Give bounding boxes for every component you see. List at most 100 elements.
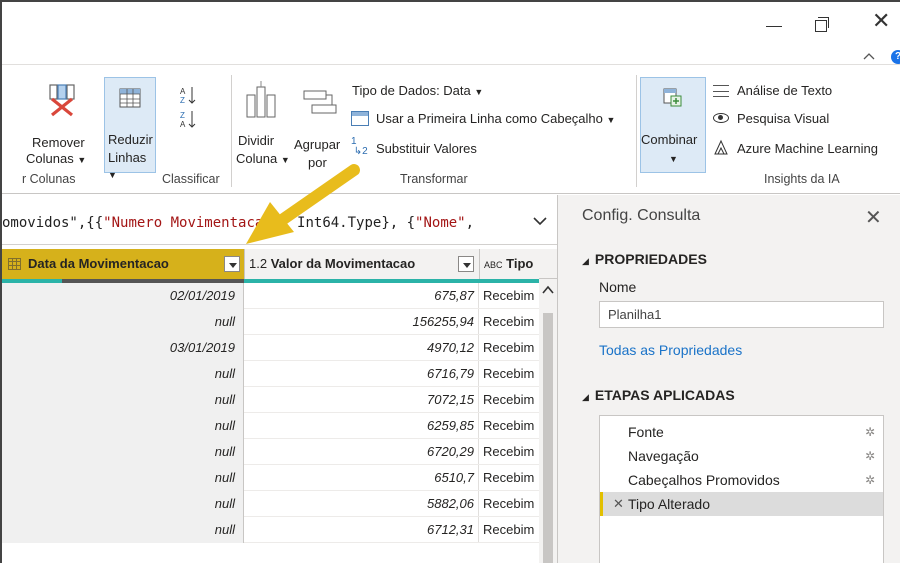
table-row[interactable]: null 5882,06 Recebim [2,491,557,517]
column-header-data-movimentacao[interactable]: Data da Movimentacao [2,249,244,279]
cell-data-movimentacao[interactable]: null [2,517,244,543]
table-row[interactable]: null 7072,15 Recebim [2,387,557,413]
sort-ascending-icon[interactable]: AZ [180,85,198,105]
cell-tipo[interactable]: Recebim [479,309,539,335]
gear-icon[interactable]: ✲ [865,444,875,468]
usar-primeira-linha-button[interactable]: Usar a Primeira Linha como Cabeçalho ▼ [376,111,615,128]
cell-data-movimentacao[interactable]: null [2,439,244,465]
cell-tipo[interactable]: Recebim [479,387,539,413]
remover-colunas-line2[interactable]: Colunas ▼ [26,151,86,168]
group-separator [231,75,232,187]
table-icon [8,258,21,270]
cell-tipo[interactable]: Recebim [479,361,539,387]
ribbon: Remover Colunas ▼ Reduzir Linhas ▼ AZ ZA [2,64,900,194]
decimal-type-icon[interactable]: 1.2 [249,256,267,271]
cell-valor-movimentacao[interactable]: 5882,06 [244,491,479,517]
scrollbar-thumb[interactable] [543,313,553,563]
expand-formula-chevron-icon[interactable] [532,215,548,227]
cell-data-movimentacao[interactable]: null [2,413,244,439]
table-row[interactable]: 03/01/2019 4970,12 Recebim [2,335,557,361]
table-row[interactable]: null 6259,85 Recebim [2,413,557,439]
cell-tipo[interactable]: Recebim [479,439,539,465]
applied-steps-header[interactable]: ◢ ETAPAS APLICADAS [582,387,735,403]
agrupar-por-button[interactable]: Agrupar por [294,75,350,171]
filter-dropdown-button[interactable] [224,256,240,272]
table-row[interactable]: null 156255,94 Recebim [2,309,557,335]
substituir-valores-button[interactable]: Substituir Valores [376,141,477,157]
reduzir-linhas-button[interactable]: Reduzir Linhas ▼ [104,77,156,180]
row-divider [244,542,539,543]
step-navegacao[interactable]: Navegação ✲ [600,444,883,468]
cell-tipo[interactable]: Recebim [479,283,539,309]
cell-valor-movimentacao[interactable]: 6720,29 [244,439,479,465]
cell-valor-movimentacao[interactable]: 6510,7 [244,465,479,491]
cell-valor-movimentacao[interactable]: 6259,85 [244,413,479,439]
combinar-button[interactable]: Combinar ▼ [640,77,706,173]
cell-data-movimentacao[interactable]: null [2,309,244,335]
replace-values-icon: 1 ↳2 [351,136,368,157]
remover-colunas-button[interactable]: Remover [22,71,100,163]
cell-valor-movimentacao[interactable]: 7072,15 [244,387,479,413]
table-row[interactable]: null 6716,79 Recebim [2,361,557,387]
dividir-coluna-button[interactable]: Dividir Coluna ▼ [234,75,292,171]
formula-text[interactable]: omovidos",{{"Numero Movimentacao", Int64… [2,215,474,231]
cell-tipo[interactable]: Recebim [479,413,539,439]
column-header-tipo[interactable]: ABC Tipo [479,249,539,279]
gear-icon[interactable]: ✲ [865,420,875,444]
text-type-icon[interactable]: ABC [484,260,503,270]
cell-tipo[interactable]: Recebim [479,491,539,517]
combinar-caret: ▼ [669,154,678,164]
collapse-ribbon-chevron-icon[interactable] [863,51,875,63]
cell-data-movimentacao[interactable]: 03/01/2019 [2,335,244,361]
cell-tipo[interactable]: Recebim [479,517,539,543]
cell-data-movimentacao[interactable]: null [2,361,244,387]
analise-texto-icon [713,85,729,97]
table-row[interactable]: null 6712,31 Recebim [2,517,557,543]
cell-valor-movimentacao[interactable]: 6716,79 [244,361,479,387]
all-properties-link[interactable]: Todas as Propriedades [599,342,742,358]
step-cabecalhos-promovidos[interactable]: Cabeçalhos Promovidos ✲ [600,468,883,492]
table-row[interactable]: 02/01/2019 675,87 Recebim [2,283,557,309]
sort-descending-icon[interactable]: ZA [180,109,198,129]
reduzir-linhas-line2: Linhas ▼ [108,150,147,180]
restore-button[interactable] [814,16,830,32]
filter-dropdown-button[interactable] [458,256,474,272]
cell-valor-movimentacao[interactable]: 4970,12 [244,335,479,361]
column-header-valor-movimentacao[interactable]: 1.2 Valor da Movimentacao [244,249,479,279]
analise-texto-button[interactable]: Análise de Texto [737,83,832,99]
table-row[interactable]: null 6720,29 Recebim [2,439,557,465]
vertical-scrollbar[interactable] [539,279,557,563]
reduzir-linhas-line1: Reduzir [108,132,153,147]
step-tipo-alterado[interactable]: ✕ Tipo Alterado [600,492,883,516]
help-icon[interactable]: ? [891,50,900,64]
cell-tipo[interactable]: Recebim [479,465,539,491]
svg-text:A: A [180,87,186,96]
step-fonte[interactable]: Fonte ✲ [600,420,883,444]
cell-valor-movimentacao[interactable]: 156255,94 [244,309,479,335]
cell-valor-movimentacao[interactable]: 6712,31 [244,517,479,543]
cell-tipo[interactable]: Recebim [479,335,539,361]
gear-icon[interactable]: ✲ [865,468,875,492]
formula-bar[interactable]: omovidos",{{"Numero Movimentacao", Int64… [2,195,557,245]
cell-data-movimentacao[interactable]: null [2,491,244,517]
delete-step-icon[interactable]: ✕ [613,492,624,516]
cell-valor-movimentacao[interactable]: 675,87 [244,283,479,309]
close-button[interactable]: ✕ [872,10,890,32]
tipo-dados-button[interactable]: Tipo de Dados: Data ▼ [352,83,483,100]
close-icon[interactable]: ✕ [865,205,882,230]
table-row[interactable]: null 6510,7 Recebim [2,465,557,491]
scroll-up-icon[interactable] [542,283,554,294]
minimize-button[interactable] [764,16,784,36]
agrupar-por-line2: por [308,155,327,170]
column-header-label: Data da Movimentacao [28,256,169,271]
cell-data-movimentacao[interactable]: 02/01/2019 [2,283,244,309]
azure-ml-button[interactable]: Azure Machine Learning [737,141,878,157]
cell-data-movimentacao[interactable]: null [2,465,244,491]
pesquisa-visual-button[interactable]: Pesquisa Visual [737,111,829,127]
properties-header[interactable]: ◢ PROPRIEDADES [582,251,707,267]
query-name-input[interactable] [599,301,884,328]
svg-text:Z: Z [180,96,185,105]
group-by-icon [303,90,337,114]
cell-data-movimentacao[interactable]: null [2,387,244,413]
group-title-classificar: Classificar [162,172,220,186]
